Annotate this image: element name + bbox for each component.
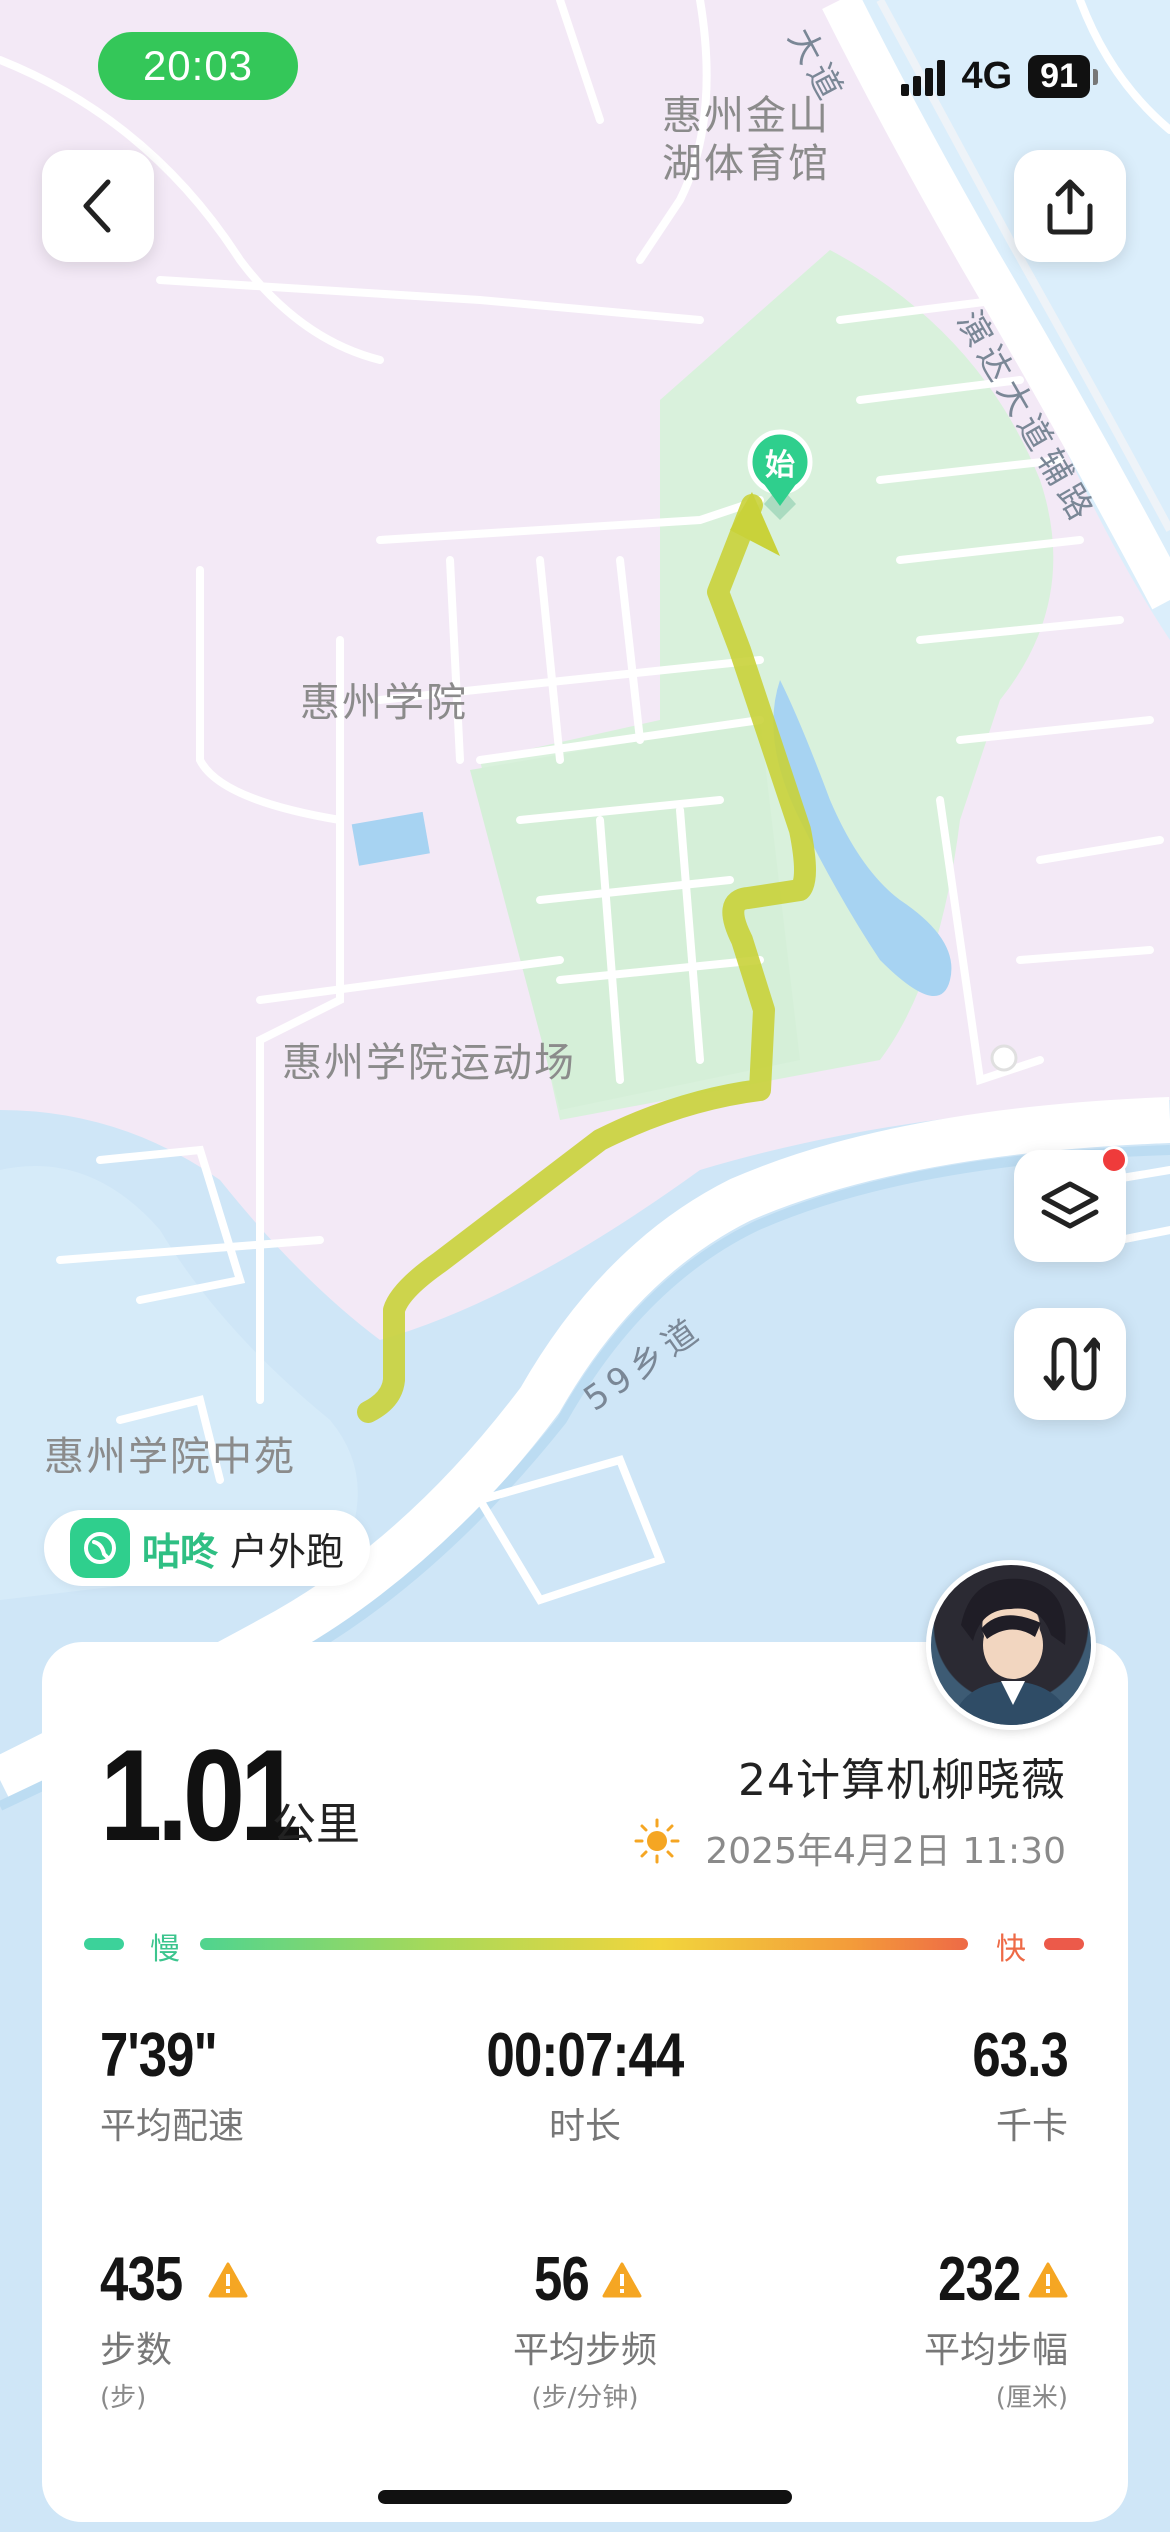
stat-cadence-value: 56 — [533, 2245, 590, 2314]
codoon-logo-icon — [70, 1518, 130, 1578]
network-type: 4G — [961, 54, 1013, 97]
map-label-stadium: 惠州金山 湖体育馆 — [662, 93, 830, 187]
pace-slow-label: 慢 — [150, 1932, 180, 1967]
map-label-sports-field: 惠州学院运动场 — [282, 1040, 576, 1086]
sun-icon — [634, 1818, 680, 1864]
activity-datetime: 2025年4月2日 11:30 — [705, 1831, 1066, 1872]
pace-fast-label: 快 — [996, 1932, 1026, 1967]
home-indicator[interactable] — [378, 2490, 792, 2504]
stat-pace: 7'39" 平均配速 — [100, 2020, 420, 2149]
warning-icon[interactable] — [1028, 2262, 1068, 2298]
pace-fast-swatch — [1044, 1938, 1084, 1950]
stat-calories: 63.3 千卡 — [748, 2020, 1068, 2149]
pace-legend: 慢 快 — [80, 1928, 1092, 1967]
stat-steps: 435 步数 (步) — [100, 2244, 420, 2414]
status-time: 20:03 — [98, 32, 298, 100]
stat-stride-unit: (厘米) — [995, 2383, 1068, 2413]
pace-slow-swatch — [84, 1938, 124, 1950]
stat-stride-label: 平均步幅 — [923, 2330, 1068, 2371]
avatar[interactable] — [926, 1560, 1096, 1730]
back-button[interactable] — [42, 150, 154, 262]
map-label-college: 惠州学院 — [300, 680, 468, 726]
app-badge: 咕咚 户外跑 — [44, 1510, 371, 1586]
start-marker-label: 始 — [765, 448, 795, 483]
status-indicators: 4G 91 — [901, 52, 1098, 100]
route-switch-icon — [1043, 1337, 1100, 1391]
layers-icon — [1041, 1181, 1099, 1229]
stat-duration-value: 00:07:44 — [486, 2021, 685, 2090]
distance-value: 1.01 — [100, 1722, 302, 1868]
chevron-left-icon — [83, 179, 111, 233]
signal-icon — [901, 56, 946, 96]
stat-stride-value: 232 — [937, 2245, 1021, 2314]
warning-icon[interactable] — [208, 2262, 248, 2298]
stat-calories-label: 千卡 — [995, 2106, 1068, 2147]
user-name: 24计算机柳晓薇 — [738, 1755, 1066, 1806]
stat-steps-label: 步数 — [100, 2330, 173, 2371]
stat-steps-value: 435 — [100, 2245, 183, 2314]
stat-duration-label: 时长 — [548, 2106, 621, 2147]
share-icon — [1047, 179, 1093, 235]
pace-gradient-bar — [200, 1938, 968, 1950]
stat-pace-label: 平均配速 — [100, 2106, 245, 2147]
share-button[interactable] — [1014, 150, 1126, 262]
stat-cadence-label: 平均步频 — [512, 2330, 657, 2371]
stat-duration: 00:07:44 时长 — [425, 2020, 745, 2149]
stat-stride: 232 平均步幅 (厘米) — [748, 2244, 1068, 2414]
stat-cadence: 56 平均步频 (步/分钟) — [425, 2244, 745, 2414]
stat-calories-value: 63.3 — [972, 2021, 1068, 2090]
map-layers-button[interactable] — [1014, 1146, 1128, 1262]
app-name: 咕咚 — [142, 1529, 219, 1574]
warning-icon[interactable] — [602, 2262, 642, 2298]
notification-dot — [1100, 1146, 1128, 1174]
activity-type: 户外跑 — [230, 1529, 345, 1574]
route-switch-button[interactable] — [1014, 1308, 1126, 1420]
stat-steps-unit: (步) — [100, 2383, 147, 2413]
stat-pace-value: 7'39" — [100, 2021, 218, 2090]
map-label-zhongyuan: 惠州学院中苑 — [44, 1434, 296, 1480]
battery-icon: 91 — [1028, 54, 1098, 98]
distance-unit: 公里 — [272, 1799, 360, 1850]
stat-cadence-unit: (步/分钟) — [531, 2383, 639, 2413]
